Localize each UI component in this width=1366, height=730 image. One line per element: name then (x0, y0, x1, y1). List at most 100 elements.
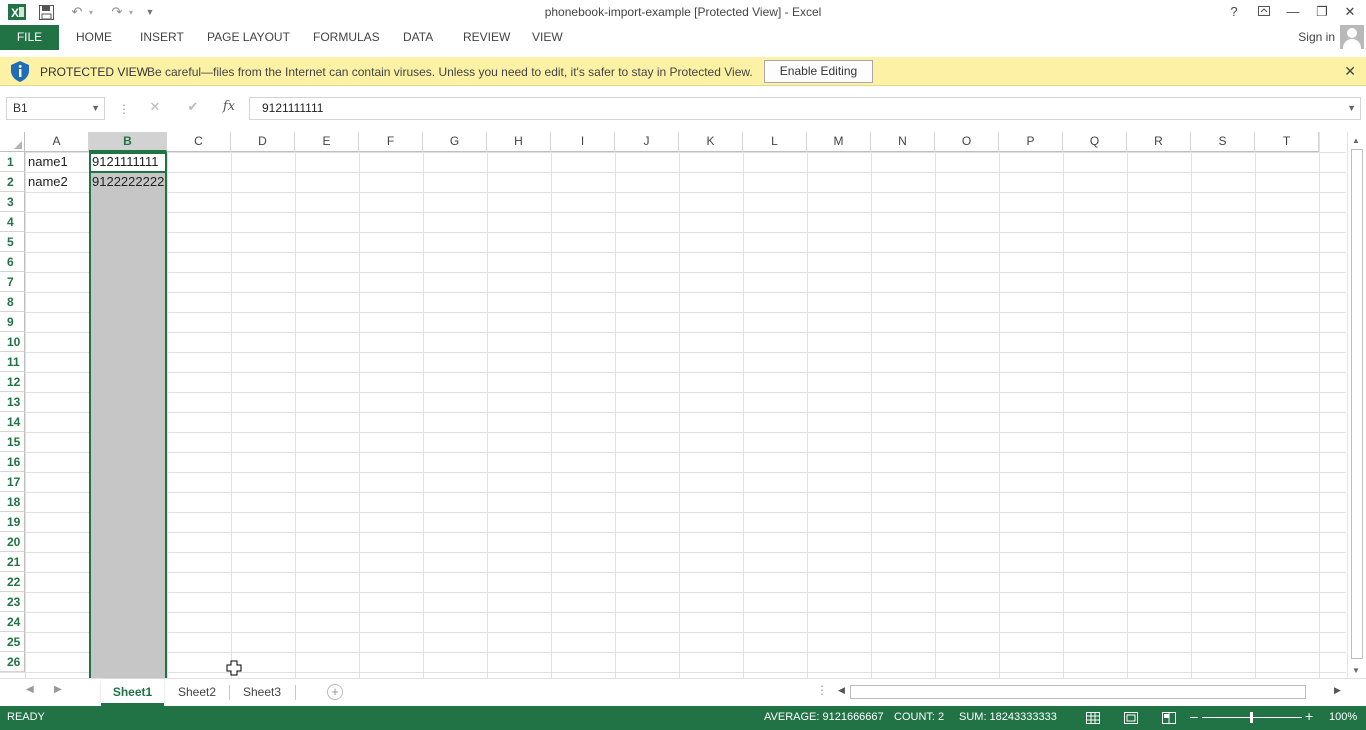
column-header-d[interactable]: D (231, 132, 295, 152)
row-header-10[interactable]: 10 (0, 332, 25, 352)
minimize-button[interactable]: — (1281, 2, 1305, 22)
row-header-16[interactable]: 16 (0, 452, 25, 472)
tab-data[interactable]: DATA (403, 25, 433, 50)
cell-a1[interactable]: name1 (25, 152, 89, 172)
scroll-up-icon[interactable]: ▲ (1352, 136, 1360, 145)
row-header-3[interactable]: 3 (0, 192, 25, 212)
row-header-12[interactable]: 12 (0, 372, 25, 392)
column-header-e[interactable]: E (295, 132, 359, 152)
row-header-19[interactable]: 19 (0, 512, 25, 532)
column-header-j[interactable]: J (615, 132, 679, 152)
row-header-23[interactable]: 23 (0, 592, 25, 612)
next-sheet-icon[interactable]: ▶ (54, 684, 62, 695)
row-header-22[interactable]: 22 (0, 572, 25, 592)
expand-formula-bar-icon[interactable]: ▼ (1347, 98, 1356, 119)
row-header-6[interactable]: 6 (0, 252, 25, 272)
status-count[interactable]: COUNT: 2 (894, 711, 944, 723)
row-header-17[interactable]: 17 (0, 472, 25, 492)
vertical-scroll-thumb[interactable] (1351, 149, 1363, 659)
page-layout-view-icon[interactable] (1123, 710, 1139, 726)
row-header-14[interactable]: 14 (0, 412, 25, 432)
column-header-p[interactable]: P (999, 132, 1063, 152)
tab-insert[interactable]: INSERT (140, 25, 184, 50)
prev-sheet-icon[interactable]: ◀ (26, 684, 34, 695)
vertical-scrollbar[interactable]: ▲ ▼ (1347, 132, 1366, 678)
sheet-tab-sheet2[interactable]: Sheet2 (167, 679, 227, 706)
help-button[interactable]: ? (1222, 2, 1246, 22)
column-header-k[interactable]: K (679, 132, 743, 152)
formula-bar-splitter[interactable]: ⋮ (118, 102, 130, 116)
worksheet-grid[interactable]: ABCDEFGHIJKLMNOPQRST 1 2 3 4 5 6 7 8 9 10 11 12 13 14… (0, 132, 1346, 678)
column-header-l[interactable]: L (743, 132, 807, 152)
column-header-q[interactable]: Q (1063, 132, 1127, 152)
insert-function-icon[interactable]: fx (218, 99, 240, 114)
status-average[interactable]: AVERAGE: 9121666667 (764, 711, 884, 723)
column-header-o[interactable]: O (935, 132, 999, 152)
row-header-8[interactable]: 8 (0, 292, 25, 312)
row-header-21[interactable]: 21 (0, 552, 25, 572)
select-all-corner[interactable] (0, 132, 25, 152)
row-header-4[interactable]: 4 (0, 212, 25, 232)
row-header-2[interactable]: 2 (0, 172, 25, 192)
chevron-down-icon[interactable]: ▼ (91, 98, 100, 119)
cell-a2[interactable]: name2 (25, 172, 89, 192)
column-header-f[interactable]: F (359, 132, 423, 152)
row-header-25[interactable]: 25 (0, 632, 25, 652)
column-header-n[interactable]: N (871, 132, 935, 152)
cell-b2[interactable]: 9122222222 (89, 172, 167, 192)
row-header-24[interactable]: 24 (0, 612, 25, 632)
tab-home[interactable]: HOME (76, 25, 112, 50)
row-header-20[interactable]: 20 (0, 532, 25, 552)
scroll-down-icon[interactable]: ▼ (1352, 666, 1360, 675)
sheet-tab-sheet3[interactable]: Sheet3 (232, 679, 292, 706)
row-header-13[interactable]: 13 (0, 392, 25, 412)
close-button[interactable]: ✕ (1338, 2, 1362, 22)
row-header-9[interactable]: 9 (0, 312, 25, 332)
column-header-s[interactable]: S (1191, 132, 1255, 152)
column-header-t[interactable]: T (1255, 132, 1319, 152)
column-header-b[interactable]: B (89, 132, 167, 152)
scroll-right-icon[interactable]: ▶ (1334, 685, 1341, 696)
page-break-preview-icon[interactable] (1161, 710, 1177, 726)
cell-b1[interactable]: 9121111111 (89, 152, 167, 172)
status-sum[interactable]: SUM: 18243333333 (959, 711, 1057, 723)
protected-view-close-icon[interactable]: ✕ (1344, 63, 1356, 80)
column-header-a[interactable]: A (25, 132, 89, 152)
row-header-11[interactable]: 11 (0, 352, 25, 372)
normal-view-icon[interactable] (1085, 710, 1101, 726)
tab-view[interactable]: VIEW (532, 25, 563, 50)
column-header-m[interactable]: M (807, 132, 871, 152)
row-header-1[interactable]: 1 (0, 152, 25, 172)
formula-input[interactable]: 9121111111 ▼ (249, 97, 1361, 120)
column-header-i[interactable]: I (551, 132, 615, 152)
zoom-in-button[interactable]: + (1305, 708, 1313, 724)
new-sheet-button[interactable]: + (327, 684, 343, 700)
enable-editing-button[interactable]: Enable Editing (764, 60, 873, 83)
zoom-out-button[interactable]: – (1190, 708, 1198, 724)
horizontal-scrollbar[interactable]: ◀ ▶ (836, 684, 1346, 700)
row-header-15[interactable]: 15 (0, 432, 25, 452)
column-header-h[interactable]: H (487, 132, 551, 152)
tab-formulas[interactable]: FORMULAS (313, 25, 380, 50)
sheet-tab-sheet1[interactable]: Sheet1 (101, 679, 164, 706)
row-header-26[interactable]: 26 (0, 652, 25, 672)
cancel-icon[interactable]: ✕ (144, 99, 166, 115)
enter-icon[interactable]: ✔ (182, 99, 204, 115)
tab-splitter[interactable]: ⋮ (816, 683, 828, 697)
horizontal-scroll-thumb[interactable] (850, 685, 1306, 699)
column-header-r[interactable]: R (1127, 132, 1191, 152)
avatar[interactable] (1340, 25, 1364, 49)
column-header-c[interactable]: C (167, 132, 231, 152)
row-header-5[interactable]: 5 (0, 232, 25, 252)
zoom-level[interactable]: 100% (1329, 711, 1357, 723)
row-header-18[interactable]: 18 (0, 492, 25, 512)
tab-file[interactable]: FILE (0, 25, 59, 50)
tab-page-layout[interactable]: PAGE LAYOUT (207, 25, 290, 50)
ribbon-display-options-icon[interactable] (1252, 2, 1276, 22)
tab-review[interactable]: REVIEW (463, 25, 510, 50)
zoom-slider-thumb[interactable] (1250, 712, 1253, 723)
sign-in-link[interactable]: Sign in (1298, 25, 1335, 50)
column-header-g[interactable]: G (423, 132, 487, 152)
restore-button[interactable]: ❐ (1310, 2, 1334, 22)
row-header-7[interactable]: 7 (0, 272, 25, 292)
